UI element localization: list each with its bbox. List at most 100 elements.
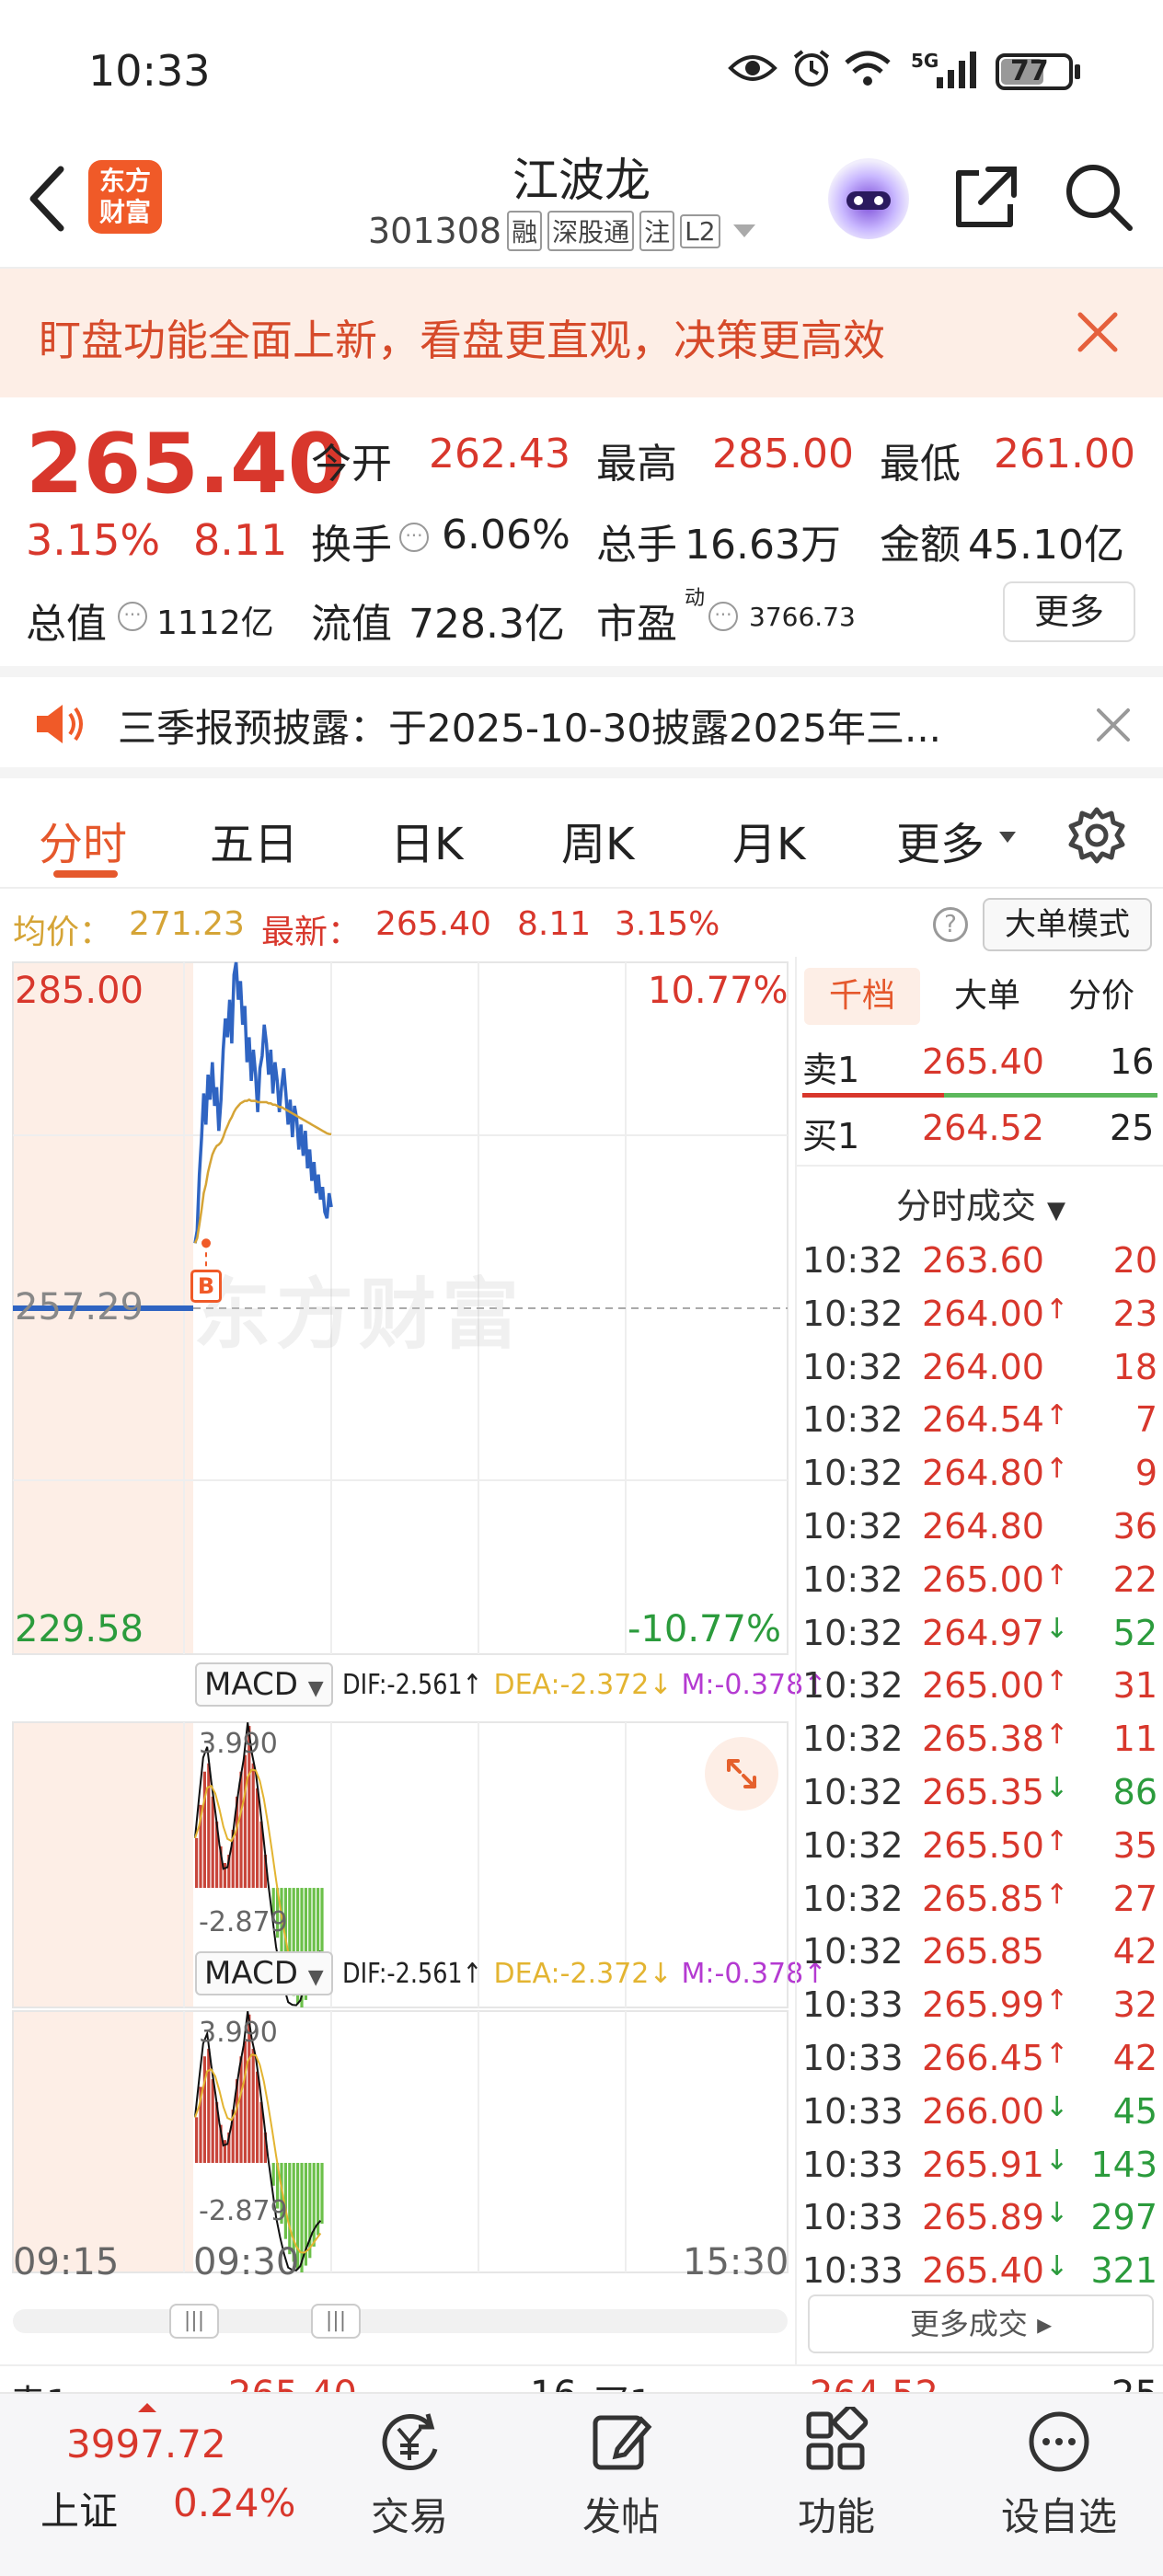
trade-row: 10:33 265.40 ↓ 321 — [797, 2245, 1163, 2298]
quote-panel: 265.40 3.15% 8.11 今开 262.43 最高 285.00 最低… — [0, 397, 1163, 666]
amount-value: 45.10亿 — [968, 522, 1124, 569]
nav-trade[interactable]: 交易 — [350, 2407, 469, 2563]
tab-weekly-k[interactable]: 周K — [561, 808, 634, 872]
float-value: 728.3亿 — [409, 601, 565, 648]
trade-time: 10:32 — [802, 1399, 904, 1441]
trade-volume: 20 — [1112, 1240, 1157, 1281]
trade-up-arrow-icon: ↑ — [1045, 1399, 1069, 1432]
ask1-volume: 16 — [1110, 1041, 1155, 1082]
signal-icon — [937, 52, 976, 88]
chart-bottom-pct: -10.77% — [628, 1608, 781, 1650]
tab-daily-k[interactable]: 日K — [390, 808, 463, 872]
open-label: 今开 — [311, 441, 392, 488]
tab-five-day[interactable]: 五日 — [210, 808, 298, 872]
pe-value: 3766.73 — [749, 602, 856, 632]
trade-down-arrow-icon: ↓ — [1045, 2250, 1069, 2283]
settings-gear-icon[interactable] — [1067, 806, 1126, 865]
wifi-icon — [845, 51, 891, 86]
index-pct[interactable]: 0.24% — [173, 2480, 295, 2525]
trade-down-arrow-icon: ↓ — [1045, 2197, 1069, 2230]
nav-post[interactable]: 发帖 — [561, 2407, 681, 2563]
avg-label: 均价： — [13, 914, 113, 951]
trade-volume: 22 — [1112, 1558, 1157, 1600]
notice-close-icon[interactable] — [1095, 707, 1132, 743]
tab-big-order[interactable]: 大单 — [937, 968, 1038, 1025]
macd-min-1: -2.879 — [199, 1906, 288, 1938]
trade-volume: 18 — [1112, 1346, 1157, 1387]
tab-monthly-k[interactable]: 月K — [732, 808, 805, 872]
macd-selector-2[interactable]: MACD ▼ — [195, 1951, 333, 1995]
trade-row: 10:33 266.45 ↑ 42 — [797, 2032, 1163, 2086]
macd-bar — [256, 2071, 259, 2163]
dropdown-triangle-icon[interactable] — [732, 224, 755, 237]
more-trades-button[interactable]: 更多成交 ▸ — [808, 2294, 1154, 2353]
trade-price: 266.00 — [922, 2090, 1044, 2132]
tag-registered: 注 — [639, 211, 675, 251]
promo-banner[interactable]: 盯盘功能全面上新，看盘更直观，决策更高效 — [0, 269, 1163, 397]
macd-bar — [243, 1754, 247, 1889]
turnover-info-icon[interactable]: ··· — [399, 523, 429, 552]
trade-time: 10:32 — [802, 1558, 904, 1600]
expand-chart-icon[interactable] — [705, 1737, 778, 1811]
chart-mid-price: 257.29 — [15, 1286, 144, 1328]
trade-time: 10:32 — [802, 1293, 904, 1334]
robot-assistant-icon[interactable] — [828, 158, 909, 239]
macd-dif-2: DIF:-2.561↑ — [341, 1957, 482, 1990]
index-value[interactable]: 3997.72 — [66, 2421, 226, 2467]
index-name[interactable]: 上证 — [40, 2480, 118, 2536]
macd-bar — [271, 2162, 275, 2186]
nav-functions[interactable]: 功能 — [777, 2404, 896, 2563]
trade-price: 265.91 — [922, 2144, 1044, 2185]
trade-time: 10:33 — [802, 2250, 904, 2292]
tab-more[interactable]: 更多 — [896, 808, 985, 872]
eye-icon — [728, 55, 777, 81]
trade-row: 10:32 264.80 36 — [797, 1501, 1163, 1554]
trade-time: 10:32 — [802, 1240, 904, 1281]
notice-text: 三季报预披露：于2025-10-30披露2025年三... — [118, 706, 942, 751]
tab-intraday[interactable]: 分时 — [39, 808, 127, 872]
macd-bar — [251, 1763, 255, 1889]
trade-up-arrow-icon: ↑ — [1045, 1719, 1069, 1752]
status-time: 10:33 — [88, 46, 211, 96]
banner-text: 盯盘功能全面上新，看盘更直观，决策更高效 — [39, 316, 885, 365]
functions-grid-icon — [806, 2404, 869, 2470]
time-open: 09:30 — [193, 2241, 300, 2283]
time-range-handle-left[interactable]: ||| — [169, 2304, 219, 2339]
time-start: 09:15 — [13, 2241, 120, 2283]
tab-thousand-levels[interactable]: 千档 — [804, 968, 920, 1025]
pe-info-icon[interactable]: ··· — [708, 602, 738, 631]
macd-header-1: MACD ▼ DIF:-2.561↑ DEA:-2.372↓ M:-0.378↑ — [195, 1656, 826, 1713]
time-range-track[interactable] — [13, 2309, 788, 2333]
trade-time: 10:32 — [802, 1878, 904, 1919]
tag-margin: 融 — [507, 211, 543, 251]
big-order-mode-button[interactable]: 大单模式 — [983, 898, 1152, 951]
chart-bottom-price: 229.58 — [15, 1608, 144, 1650]
tab-price-dist[interactable]: 分价 — [1051, 968, 1152, 1025]
bottom-nav: 3997.72 上证 0.24% 交易 发帖 功能 设自选 — [0, 2392, 1163, 2576]
chart-info-bar: 均价： 271.23 最新： 265.40 8.11 3.15% ? 大单模式 — [0, 889, 1163, 957]
time-range-handle-right[interactable]: ||| — [311, 2304, 361, 2339]
trade-up-arrow-icon: ↑ — [1045, 1558, 1069, 1592]
trades-header[interactable]: 分时成交 ▼ — [797, 1178, 1163, 1228]
ask1-price: 265.40 — [922, 1041, 1044, 1082]
macd-dif-1: DIF:-2.561↑ — [341, 1668, 482, 1701]
turnover-value: 6.06% — [442, 512, 570, 558]
macd-bar — [320, 2162, 324, 2225]
mktcap-info-icon[interactable]: ··· — [118, 602, 147, 631]
trade-volume: 297 — [1090, 2197, 1157, 2238]
macd-dea-1: DEA:-2.372↓ — [493, 1668, 673, 1701]
trade-price: 265.85 — [922, 1931, 1044, 1972]
share-icon[interactable] — [951, 162, 1021, 232]
more-quote-button[interactable]: 更多 — [1003, 581, 1135, 642]
close-icon[interactable] — [1075, 309, 1121, 355]
tag-level2: L2 — [680, 213, 720, 248]
trade-volume: 32 — [1112, 1984, 1157, 2026]
search-icon[interactable] — [1062, 160, 1135, 234]
trade-volume: 45 — [1112, 2090, 1157, 2132]
notice-bar[interactable]: 三季报预披露：于2025-10-30披露2025年三... — [0, 666, 1163, 778]
nav-add-watchlist[interactable]: 设自选 — [981, 2407, 1137, 2563]
bid1-price: 264.52 — [922, 1108, 1044, 1148]
macd-selector-1[interactable]: MACD ▼ — [195, 1662, 333, 1707]
help-icon[interactable]: ? — [933, 907, 968, 942]
macd-bar — [202, 2056, 206, 2163]
